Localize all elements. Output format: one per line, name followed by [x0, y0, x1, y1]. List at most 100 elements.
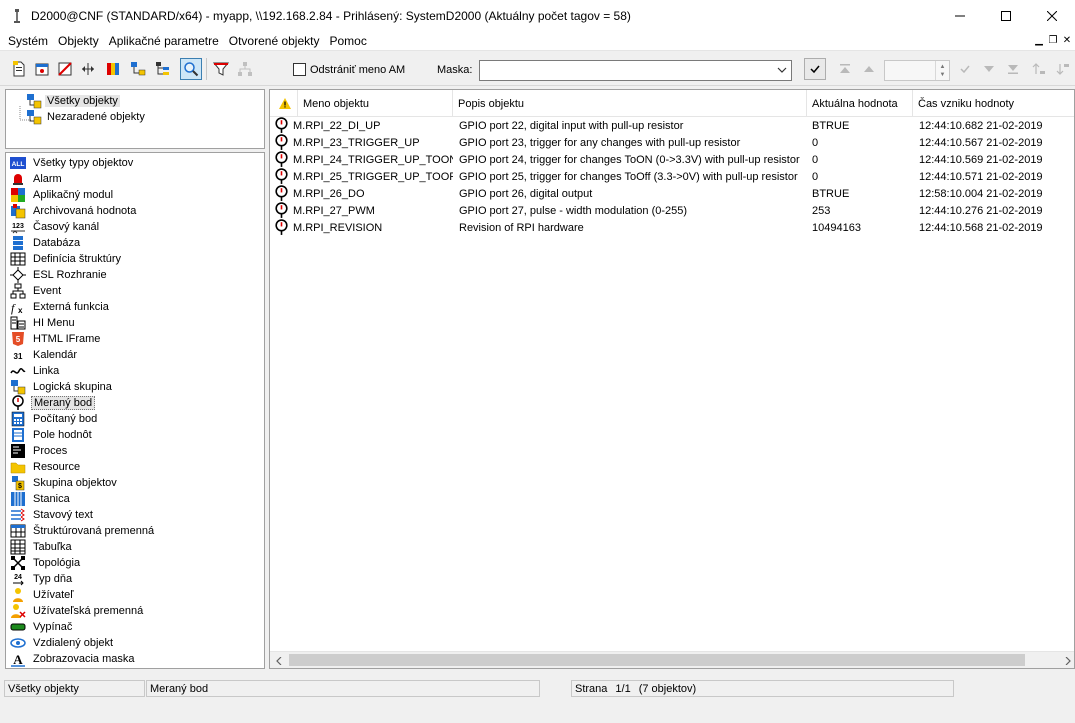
- filter-button[interactable]: [210, 58, 232, 80]
- type-item-day-type[interactable]: 24 Typ dňa: [6, 571, 264, 587]
- move-object-button[interactable]: [77, 58, 99, 80]
- open-object-button[interactable]: [31, 58, 53, 80]
- type-item-label: Stanica: [33, 493, 70, 505]
- type-item-state-text[interactable]: Stavový text: [6, 507, 264, 523]
- status-column-header[interactable]: [270, 90, 298, 117]
- sort-asc-button[interactable]: [1028, 58, 1050, 80]
- mdi-minimize-button[interactable]: ▁: [1033, 33, 1045, 47]
- page-spin-input[interactable]: ▲ ▼: [884, 60, 950, 81]
- menu-app-params[interactable]: Aplikačné parametre: [105, 34, 223, 48]
- type-item-event[interactable]: Event: [6, 283, 264, 299]
- new-object-button[interactable]: [8, 58, 30, 80]
- type-item-hi-menu[interactable]: HI Menu: [6, 315, 264, 331]
- type-item-table[interactable]: Tabuľka: [6, 539, 264, 555]
- table-row[interactable]: M.RPI_26_DO GPIO port 26, digital output…: [270, 185, 1074, 202]
- toolbar: Odstrániť meno AM Maska: ▲ ▼: [0, 52, 1075, 86]
- timechannel-icon: 123: [10, 219, 26, 235]
- mask-combobox[interactable]: [479, 60, 792, 81]
- type-item-ext-function[interactable]: fx Externá funkcia: [6, 299, 264, 315]
- go-page-button[interactable]: [954, 58, 976, 80]
- type-item-database[interactable]: Databáza: [6, 235, 264, 251]
- maximize-button[interactable]: [983, 0, 1029, 31]
- type-item-measured-point[interactable]: Meraný bod: [6, 395, 264, 411]
- spin-arrows[interactable]: ▲ ▼: [935, 61, 949, 80]
- type-item-html-iframe[interactable]: 5 HTML IFrame: [6, 331, 264, 347]
- column-header-description[interactable]: Popis objektu: [453, 90, 807, 117]
- checkbox-box[interactable]: [293, 63, 306, 76]
- type-item-struct-var[interactable]: Štruktúrovaná premenná: [6, 523, 264, 539]
- menu-system[interactable]: Systém: [4, 34, 52, 48]
- type-item-line[interactable]: Linka: [6, 363, 264, 379]
- column-header-name[interactable]: Meno objektu: [298, 90, 453, 117]
- tree-item-all-objects[interactable]: Všetky objekty: [26, 93, 120, 109]
- column-header-value[interactable]: Aktuálna hodnota: [807, 90, 913, 117]
- tree-item-unassigned-objects[interactable]: Nezaradené objekty: [26, 109, 147, 125]
- table-row[interactable]: M.RPI_27_PWM GPIO port 27, pulse - width…: [270, 202, 1074, 219]
- type-item-label: Databáza: [33, 237, 81, 249]
- tree-view-button[interactable]: [234, 58, 256, 80]
- type-item-label: Vzdialený objekt: [33, 637, 114, 649]
- type-item-array[interactable]: Pole hodnôt: [6, 427, 264, 443]
- type-item-station[interactable]: Stanica: [6, 491, 264, 507]
- type-item-structure-def[interactable]: Definícia štruktúry: [6, 251, 264, 267]
- type-item-label: Všetky typy objektov: [33, 157, 134, 169]
- table-row[interactable]: M.RPI_REVISION Revision of RPI hardware …: [270, 219, 1074, 236]
- type-item-label: Definícia štruktúry: [33, 253, 122, 265]
- object-colors-button[interactable]: [102, 58, 124, 80]
- minimize-button[interactable]: [937, 0, 983, 31]
- remove-am-label: Odstrániť meno AM: [310, 63, 406, 76]
- cell-description: GPIO port 23, trigger for any changes wi…: [459, 136, 741, 149]
- type-item-object-group[interactable]: $ Skupina objektov: [6, 475, 264, 491]
- first-page-button[interactable]: [834, 58, 856, 80]
- menu-help[interactable]: Pomoc: [325, 34, 370, 48]
- remove-am-checkbox[interactable]: Odstrániť meno AM: [293, 63, 405, 76]
- type-item-user-var[interactable]: Užívateľská premenná: [6, 603, 264, 619]
- status-page: Strana 1/1 (7 objektov): [571, 680, 954, 697]
- type-item-calendar[interactable]: 31 Kalendár: [6, 347, 264, 363]
- menu-objects[interactable]: Objekty: [54, 34, 103, 48]
- type-item-logical-group[interactable]: Logická skupina: [6, 379, 264, 395]
- type-item-app-module[interactable]: Aplikačný modul: [6, 187, 264, 203]
- table-row[interactable]: M.RPI_22_DI_UP GPIO port 22, digital inp…: [270, 117, 1074, 134]
- type-item-alarm[interactable]: Alarm: [6, 171, 264, 187]
- type-item-time-channel[interactable]: 123 Časový kanál: [6, 219, 264, 235]
- table-row[interactable]: M.RPI_24_TRIGGER_UP_TOON GPIO port 24, t…: [270, 151, 1074, 168]
- type-item-computed-point[interactable]: Počítaný bod: [6, 411, 264, 427]
- column-header-time[interactable]: Čas vzniku hodnoty: [913, 90, 1074, 117]
- mdi-close-button[interactable]: ✕: [1061, 33, 1073, 47]
- search-button[interactable]: [180, 58, 202, 80]
- sort-desc-button[interactable]: [1052, 58, 1074, 80]
- type-item-process[interactable]: Proces: [6, 443, 264, 459]
- type-item-switch[interactable]: Vypínač: [6, 619, 264, 635]
- horizontal-scrollbar[interactable]: [270, 651, 1074, 668]
- prev-page-button[interactable]: [858, 58, 880, 80]
- delete-object-button[interactable]: [54, 58, 76, 80]
- last-page-button[interactable]: [1002, 58, 1024, 80]
- type-item-resource[interactable]: Resource: [6, 459, 264, 475]
- warning-icon: [279, 98, 291, 109]
- mdi-restore-button[interactable]: ❐: [1047, 33, 1059, 47]
- table-row[interactable]: M.RPI_25_TRIGGER_UP_TOOFF GPIO port 25, …: [270, 168, 1074, 185]
- type-item-archive[interactable]: Archivovaná hodnota: [6, 203, 264, 219]
- next-page-button[interactable]: [978, 58, 1000, 80]
- object-structure-button[interactable]: [127, 58, 149, 80]
- type-item-display-mask[interactable]: A Zobrazovacia maska: [6, 651, 264, 667]
- type-item-topology[interactable]: Topológia: [6, 555, 264, 571]
- process-icon: [10, 443, 26, 459]
- type-item-user[interactable]: Užívateľ: [6, 587, 264, 603]
- html-icon: 5: [10, 331, 26, 347]
- day-type-icon: 24: [10, 571, 26, 587]
- type-item-all[interactable]: ALL Všetky typy objektov: [6, 155, 264, 171]
- object-tree-button[interactable]: [152, 58, 174, 80]
- scroll-right-button[interactable]: [1059, 652, 1074, 668]
- type-item-remote-object[interactable]: Vzdialený objekt: [6, 635, 264, 651]
- svg-text:$: $: [18, 483, 22, 490]
- apply-mask-button[interactable]: [804, 58, 826, 80]
- menu-open-objects[interactable]: Otvorené objekty: [225, 34, 324, 48]
- scroll-left-button[interactable]: [270, 652, 287, 668]
- chevron-down-icon[interactable]: [776, 64, 788, 76]
- close-button[interactable]: [1029, 0, 1075, 31]
- table-row[interactable]: M.RPI_23_TRIGGER_UP GPIO port 23, trigge…: [270, 134, 1074, 151]
- scroll-thumb[interactable]: [289, 654, 1025, 666]
- type-item-esl[interactable]: ESL Rozhranie: [6, 267, 264, 283]
